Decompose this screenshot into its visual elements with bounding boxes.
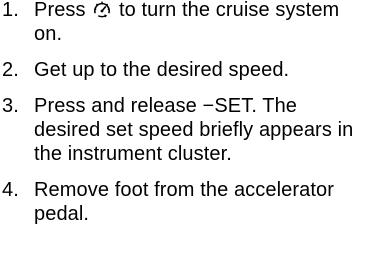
step-2-number: 2.: [2, 59, 19, 81]
step-3-text: Press and release −SET. The desired set …: [34, 95, 354, 165]
step-3-number: 3.: [2, 95, 19, 117]
step-3: 3. Press and release −SET. The desired se…: [0, 94, 368, 166]
step-1-number: 1.: [2, 0, 19, 21]
step-4-number: 4.: [2, 179, 19, 201]
cruise-control-icon: [94, 1, 111, 18]
step-4: 4. Remove foot from the accelerator pedal…: [0, 178, 368, 226]
step-1: 1. Press to turn the cruise system on.: [0, 0, 368, 46]
step-4-text: Remove foot from the accelerator pedal.: [34, 179, 334, 225]
step-1-text-before-icon: Press: [34, 0, 92, 21]
step-2-text: Get up to the desired speed.: [34, 59, 290, 81]
step-2: 2. Get up to the desired speed.: [0, 58, 368, 82]
instruction-steps-list: 1. Press to turn the cruise system on. 2.…: [0, 0, 368, 226]
